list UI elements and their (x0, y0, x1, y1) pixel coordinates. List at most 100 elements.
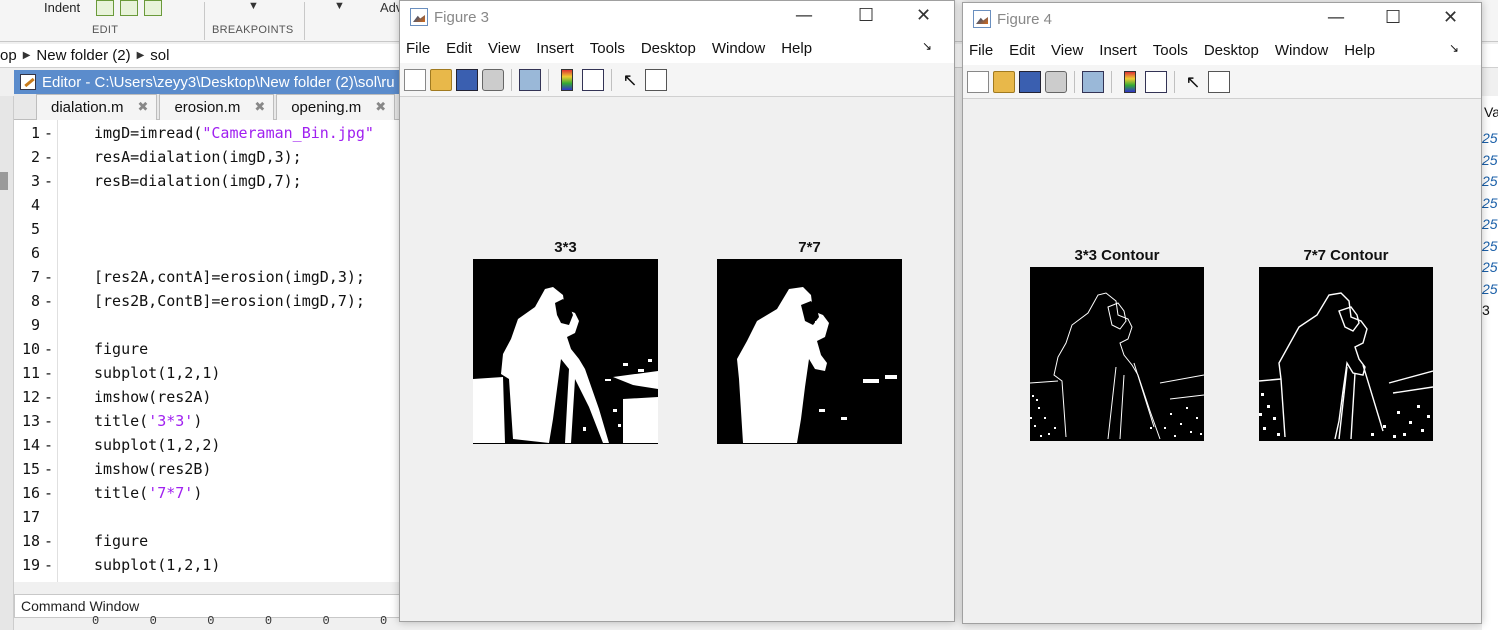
new-figure-icon[interactable] (967, 70, 989, 93)
code-line[interactable]: 7- [res2A,contA]=erosion(imgD,3); (14, 268, 414, 292)
breakpoint-marker[interactable]: - (44, 292, 53, 310)
code-line[interactable]: 9 (14, 316, 414, 340)
menu-help[interactable]: Help (781, 40, 812, 57)
breakpoint-marker[interactable]: - (44, 484, 53, 502)
property-editor-icon[interactable] (645, 68, 667, 91)
close-button[interactable]: ✕ (1443, 7, 1458, 28)
figure-3-window[interactable]: Figure 3 — ☐ ✕ File Edit View Insert Too… (399, 0, 955, 622)
property-editor-icon[interactable] (1208, 70, 1230, 93)
code-line[interactable]: 19- subplot(1,2,1) (14, 556, 414, 580)
minimize-button[interactable]: — (795, 5, 813, 26)
close-icon[interactable]: ✖ (375, 99, 386, 120)
code-line[interactable]: 14- subplot(1,2,2) (14, 436, 414, 460)
close-icon[interactable]: ✖ (138, 99, 149, 120)
edit-plot-arrow-icon[interactable]: ↖ (1182, 71, 1204, 93)
smart-indent-icon[interactable] (96, 0, 114, 16)
breakpoint-marker[interactable]: - (44, 532, 53, 550)
menu-help[interactable]: Help (1344, 42, 1375, 59)
menu-edit[interactable]: Edit (1009, 42, 1035, 59)
open-file-icon[interactable] (430, 68, 452, 91)
tab-erosion[interactable]: erosion.m ✖ (159, 94, 275, 120)
menu-file[interactable]: File (406, 40, 430, 57)
legend-icon[interactable] (1145, 70, 1167, 93)
code-line[interactable]: 1- imgD=imread("Cameraman_Bin.jpg" (14, 124, 414, 148)
code-line[interactable]: 10- figure (14, 340, 414, 364)
legend-icon[interactable] (582, 68, 604, 91)
breakpoint-marker[interactable]: - (44, 556, 53, 574)
tab-opening[interactable]: opening.m ✖ (276, 94, 396, 120)
dock-icon[interactable]: ↘ (1449, 41, 1459, 55)
breakpoint-marker[interactable]: - (44, 148, 53, 166)
menu-desktop[interactable]: Desktop (1204, 42, 1259, 59)
code-line[interactable]: 11- subplot(1,2,1) (14, 364, 414, 388)
print-icon[interactable] (482, 68, 504, 91)
code-line[interactable]: 13- title('3*3') (14, 412, 414, 436)
workspace-value[interactable]: 25 (1482, 152, 1498, 168)
workspace-value[interactable]: 25 (1482, 130, 1498, 146)
code-line[interactable]: 17 (14, 508, 414, 532)
breakpoint-marker[interactable]: - (44, 460, 53, 478)
minimize-button[interactable]: — (1327, 7, 1345, 28)
breakpoint-marker[interactable]: - (44, 124, 53, 142)
maximize-button[interactable]: ☐ (858, 5, 874, 26)
code-editor[interactable]: 1- imgD=imread("Cameraman_Bin.jpg" 2- resA=… (14, 120, 414, 582)
workspace-value[interactable]: 25 (1482, 281, 1498, 297)
code-line[interactable]: 8- [res2B,ContB]=erosion(imgD,7); (14, 292, 414, 316)
save-icon[interactable] (456, 68, 478, 91)
menu-view[interactable]: View (1051, 42, 1083, 59)
breakpoint-marker[interactable]: - (44, 436, 53, 454)
colorbar-icon[interactable] (1124, 70, 1136, 93)
menu-window[interactable]: Window (1275, 42, 1328, 59)
breakpoint-marker[interactable]: - (44, 268, 53, 286)
save-icon[interactable] (1019, 70, 1041, 93)
decrease-indent-icon[interactable] (120, 0, 138, 16)
maximize-button[interactable]: ☐ (1385, 7, 1401, 28)
code-line[interactable]: 5 (14, 220, 414, 244)
code-line[interactable]: 18- figure (14, 532, 414, 556)
run-dropdown-icon[interactable]: ▼ (334, 0, 345, 12)
tab-dialation[interactable]: dialation.m ✖ (36, 94, 158, 120)
code-line[interactable]: 20 - imshow(contA) (14, 580, 414, 582)
figure-titlebar[interactable]: Figure 3 — ☐ ✕ (400, 1, 954, 33)
breakpoint-marker[interactable]: - (44, 412, 53, 430)
close-icon[interactable]: ✖ (254, 99, 265, 120)
link-plot-icon[interactable] (519, 68, 541, 91)
breakpoint-marker[interactable]: - (44, 340, 53, 358)
breadcrumb-item[interactable]: New folder (2) (36, 47, 130, 64)
code-line[interactable]: 16- title('7*7') (14, 484, 414, 508)
menu-tools[interactable]: Tools (1153, 42, 1188, 59)
image-3x3-contour[interactable] (1030, 267, 1204, 441)
image-7x7-contour[interactable] (1259, 267, 1433, 441)
breakpoint-marker[interactable]: - (44, 364, 53, 382)
new-figure-icon[interactable] (404, 68, 426, 91)
breakpoint-marker[interactable]: - (44, 172, 53, 190)
dock-icon[interactable]: ↘ (922, 39, 932, 53)
breadcrumb-item[interactable]: op (0, 47, 17, 64)
increase-indent-icon[interactable] (144, 0, 162, 16)
breakpoints-dropdown-icon[interactable]: ▼ (248, 0, 259, 12)
workspace-value[interactable]: 25 (1482, 173, 1498, 189)
menu-window[interactable]: Window (712, 40, 765, 57)
code-line[interactable]: 15- imshow(res2B) (14, 460, 414, 484)
open-file-icon[interactable] (993, 70, 1015, 93)
indent-label[interactable]: Indent (44, 0, 80, 15)
breadcrumb-arrow-icon[interactable]: ▶ (137, 50, 145, 61)
breakpoint-marker[interactable]: - (44, 388, 53, 406)
code-line[interactable]: 12- imshow(res2A) (14, 388, 414, 412)
menu-view[interactable]: View (488, 40, 520, 57)
menu-file[interactable]: File (969, 42, 993, 59)
print-icon[interactable] (1045, 70, 1067, 93)
workspace-value[interactable]: 3 (1482, 302, 1490, 318)
code-line[interactable]: 6 (14, 244, 414, 268)
figure-4-window[interactable]: Figure 4 — ☐ ✕ File Edit View Insert Too… (962, 2, 1482, 624)
image-7x7[interactable] (717, 259, 902, 444)
colorbar-icon[interactable] (561, 68, 573, 91)
link-plot-icon[interactable] (1082, 70, 1104, 93)
menu-edit[interactable]: Edit (446, 40, 472, 57)
breakpoint-marker[interactable]: - (44, 580, 53, 582)
menu-tools[interactable]: Tools (590, 40, 625, 57)
workspace-value[interactable]: 25 (1482, 259, 1498, 275)
menu-desktop[interactable]: Desktop (641, 40, 696, 57)
breadcrumb-arrow-icon[interactable]: ▶ (23, 50, 31, 61)
menu-insert[interactable]: Insert (536, 40, 574, 57)
